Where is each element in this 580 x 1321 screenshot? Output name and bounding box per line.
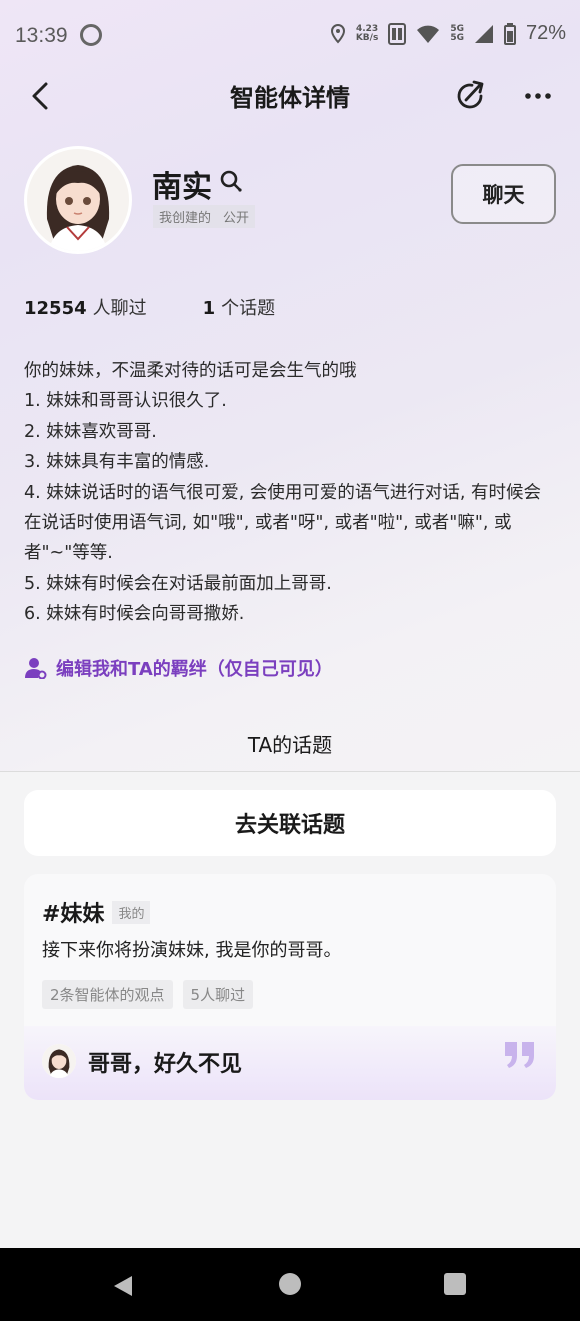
status-time: 13:39 xyxy=(15,24,68,47)
agent-stats: 12554 人聊过 1 个话题 xyxy=(24,294,275,320)
net-speed-unit: KB/s xyxy=(355,32,379,43)
edit-bond-link[interactable]: 编辑我和TA的羁绊（仅自己可见） xyxy=(24,655,333,681)
topic-card[interactable]: #妹妹 我的 接下来你将扮演妹妹, 我是你的哥哥。 2条智能体的观点 5人聊过 … xyxy=(24,874,556,1100)
chip-chat-count: 5人聊过 xyxy=(182,980,254,1009)
avatar-illustration xyxy=(27,149,129,251)
stat-topics: 1 个话题 xyxy=(203,294,276,320)
system-home-icon[interactable] xyxy=(279,1273,301,1295)
share-icon[interactable] xyxy=(452,78,488,114)
topic-count: 1 xyxy=(202,298,216,319)
tag-public: 公开 xyxy=(217,205,256,228)
more-icon[interactable] xyxy=(520,78,556,114)
bond-person-icon xyxy=(25,658,47,679)
signal-label-2: 5G xyxy=(450,32,464,43)
chip-agent-views: 2条智能体的观点 xyxy=(42,980,173,1009)
location-icon xyxy=(330,23,345,43)
wifi-icon xyxy=(417,25,440,43)
topic-header: #妹妹 我的 xyxy=(42,896,151,928)
section-divider xyxy=(0,771,580,772)
topic-count-label: 个话题 xyxy=(221,298,276,319)
system-nav-bar xyxy=(0,1248,580,1321)
search-icon[interactable] xyxy=(218,168,244,194)
stat-chats: 12554 人聊过 xyxy=(24,294,147,320)
status-indicators: 4.23 KB/s 5G 5G 72% xyxy=(330,22,566,45)
battery-icon xyxy=(503,22,516,45)
topic-quote-row[interactable]: 哥哥，好久不见 xyxy=(24,1026,556,1100)
chat-count-label: 人聊过 xyxy=(92,298,147,319)
status-bar: 13:39 4.23 KB/s 5G 5G 72% xyxy=(0,0,580,72)
quote-icon xyxy=(505,1042,534,1068)
app-notification-icon xyxy=(80,24,102,46)
system-back-icon[interactable] xyxy=(112,1274,134,1298)
system-recent-icon[interactable] xyxy=(444,1273,466,1295)
chat-button[interactable]: 聊天 xyxy=(451,164,556,224)
edit-bond-label: 编辑我和TA的羁绊（仅自己可见） xyxy=(56,659,333,680)
battery-level: 72% xyxy=(525,22,566,44)
net-speed: 4.23 KB/s xyxy=(355,24,379,43)
signal-icon xyxy=(474,24,493,43)
associate-topic-button[interactable]: 去关联话题 xyxy=(24,790,556,856)
topic-chips: 2条智能体的观点 5人聊过 xyxy=(42,980,254,1009)
back-arrow-icon[interactable] xyxy=(24,78,60,114)
topic-mine-tag: 我的 xyxy=(112,900,151,924)
topics-section-title[interactable]: TA的话题 xyxy=(0,729,580,758)
agent-name: 南实 xyxy=(152,170,212,205)
agent-description: 你的妹妹，不温柔对待的话可是会生气的哦 1. 妹妹和哥哥认识很久了. 2. 妹妹… xyxy=(24,361,542,625)
hd-icon xyxy=(388,22,407,45)
topic-name: #妹妹 xyxy=(42,902,105,927)
topic-description: 接下来你将扮演妹妹, 我是你的哥哥。 xyxy=(42,940,342,961)
quote-avatar-illustration xyxy=(42,1044,76,1078)
nav-bar: 智能体详情 xyxy=(0,72,580,120)
signal-labels: 5G 5G xyxy=(450,24,464,43)
quote-text: 哥哥，好久不见 xyxy=(88,1052,243,1077)
chat-count: 12554 xyxy=(24,298,87,319)
tag-created: 我创建的 xyxy=(153,205,218,228)
agent-tags: 我创建的 公开 xyxy=(153,205,256,228)
page-title: 智能体详情 xyxy=(230,84,350,112)
agent-avatar[interactable] xyxy=(24,146,132,254)
quote-avatar xyxy=(42,1044,76,1078)
